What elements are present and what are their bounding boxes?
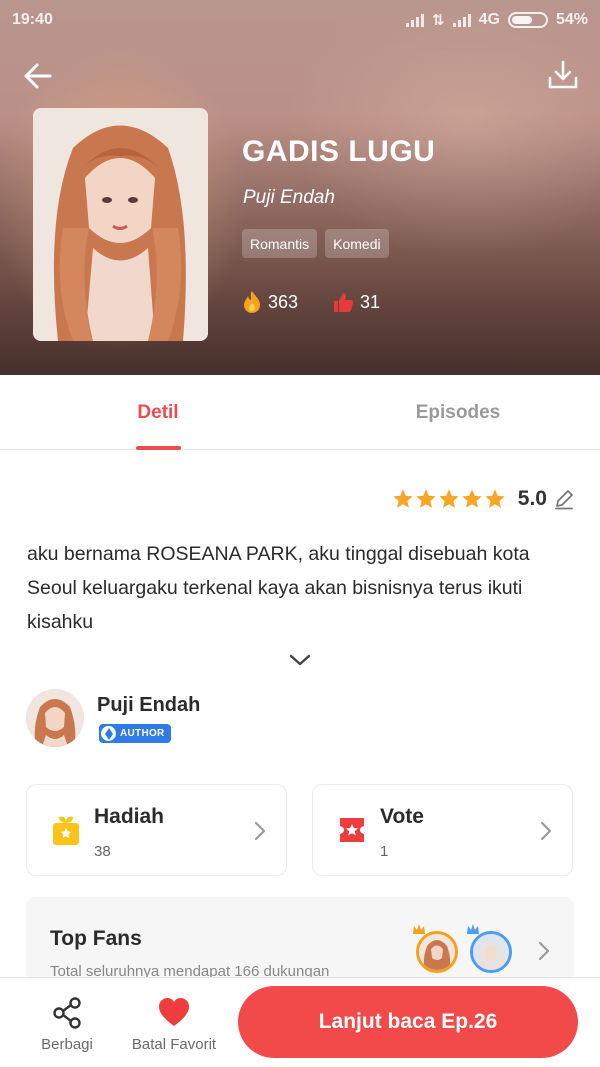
star-icon bbox=[485, 489, 505, 508]
status-indicators: ⇅ 4G 54% bbox=[406, 11, 588, 29]
status-time: 19:40 bbox=[12, 11, 53, 28]
top-fans-title: Top Fans bbox=[50, 927, 142, 950]
book-synopsis: aku bernama ROSEANA PARK, aku tinggal di… bbox=[27, 543, 530, 633]
favorite-button[interactable]: Batal Favorit bbox=[122, 978, 226, 1067]
gift-icon bbox=[53, 816, 79, 845]
star-icon bbox=[439, 489, 459, 508]
share-label: Berbagi bbox=[41, 1035, 93, 1053]
book-author[interactable]: Puji Endah bbox=[243, 187, 335, 209]
ticket-icon bbox=[340, 818, 364, 842]
chevron-right-icon bbox=[540, 821, 552, 841]
rating-stars bbox=[392, 488, 506, 510]
crown-icon bbox=[467, 924, 479, 934]
likes-stat: 31 bbox=[332, 291, 380, 313]
genre-tag[interactable]: Komedi bbox=[325, 229, 389, 258]
genre-tag[interactable]: Romantis bbox=[242, 229, 318, 258]
battery-level: 54% bbox=[555, 11, 588, 28]
rating-value: 5.0 bbox=[517, 487, 547, 510]
vote-card[interactable]: Vote 1 bbox=[312, 784, 573, 876]
active-tab-indicator bbox=[136, 446, 181, 450]
signal-icon bbox=[452, 13, 471, 27]
crown-icon bbox=[413, 924, 425, 934]
heart-icon bbox=[159, 997, 189, 1026]
favorite-label: Batal Favorit bbox=[131, 1035, 217, 1053]
tab-episodes[interactable]: Episodes bbox=[316, 375, 600, 450]
tab-detil[interactable]: Detil bbox=[0, 375, 316, 450]
network-type: 4G bbox=[478, 11, 500, 28]
chevron-right-icon bbox=[538, 941, 550, 961]
genre-tags: Romantis Komedi bbox=[242, 229, 389, 258]
share-button[interactable]: Berbagi bbox=[32, 978, 102, 1067]
battery-icon bbox=[507, 12, 548, 28]
author-name[interactable]: Puji Endah bbox=[97, 694, 200, 717]
back-arrow-icon[interactable] bbox=[20, 58, 56, 94]
book-stats: 363 31 bbox=[242, 290, 380, 314]
author-avatar[interactable] bbox=[26, 689, 84, 747]
pencil-icon[interactable] bbox=[553, 488, 575, 510]
gift-card[interactable]: Hadiah 38 bbox=[26, 784, 287, 876]
thumbs-up-icon bbox=[334, 293, 354, 312]
rating[interactable]: 5.0 bbox=[392, 487, 575, 511]
fan-avatar[interactable] bbox=[416, 931, 458, 973]
likes-count: 31 bbox=[360, 291, 381, 312]
views-stat: 363 bbox=[242, 290, 298, 314]
chevron-down-icon[interactable] bbox=[287, 648, 313, 672]
author-badge-label: AUTHOR bbox=[120, 728, 165, 739]
signal-icon bbox=[406, 13, 425, 27]
detail-tabs: Detil Episodes bbox=[0, 375, 600, 450]
gift-title: Hadiah bbox=[94, 805, 165, 828]
fire-icon bbox=[244, 291, 260, 313]
chevron-right-icon bbox=[254, 821, 266, 841]
author-badge: AUTHOR bbox=[99, 724, 171, 743]
fan-avatar[interactable] bbox=[470, 931, 512, 973]
book-header: 19:40 ⇅ 4G 54% GADIS LUGU Puji Endah Rom… bbox=[0, 0, 600, 375]
star-icon bbox=[416, 489, 436, 508]
star-icon bbox=[393, 489, 413, 508]
download-icon[interactable] bbox=[546, 58, 580, 92]
status-bar: 19:40 ⇅ 4G 54% bbox=[0, 0, 600, 40]
vote-count: 1 bbox=[380, 843, 389, 860]
gift-count: 38 bbox=[94, 843, 111, 860]
views-count: 363 bbox=[268, 291, 299, 312]
author-badge-icon bbox=[101, 726, 116, 741]
book-title: GADIS LUGU bbox=[242, 135, 436, 168]
star-icon bbox=[462, 489, 482, 508]
vote-title: Vote bbox=[380, 805, 424, 828]
share-icon bbox=[53, 996, 81, 1029]
continue-reading-button[interactable]: Lanjut baca Ep.26 bbox=[238, 986, 578, 1058]
book-cover-image bbox=[33, 108, 208, 341]
data-transfer-icon: ⇅ bbox=[432, 12, 445, 29]
